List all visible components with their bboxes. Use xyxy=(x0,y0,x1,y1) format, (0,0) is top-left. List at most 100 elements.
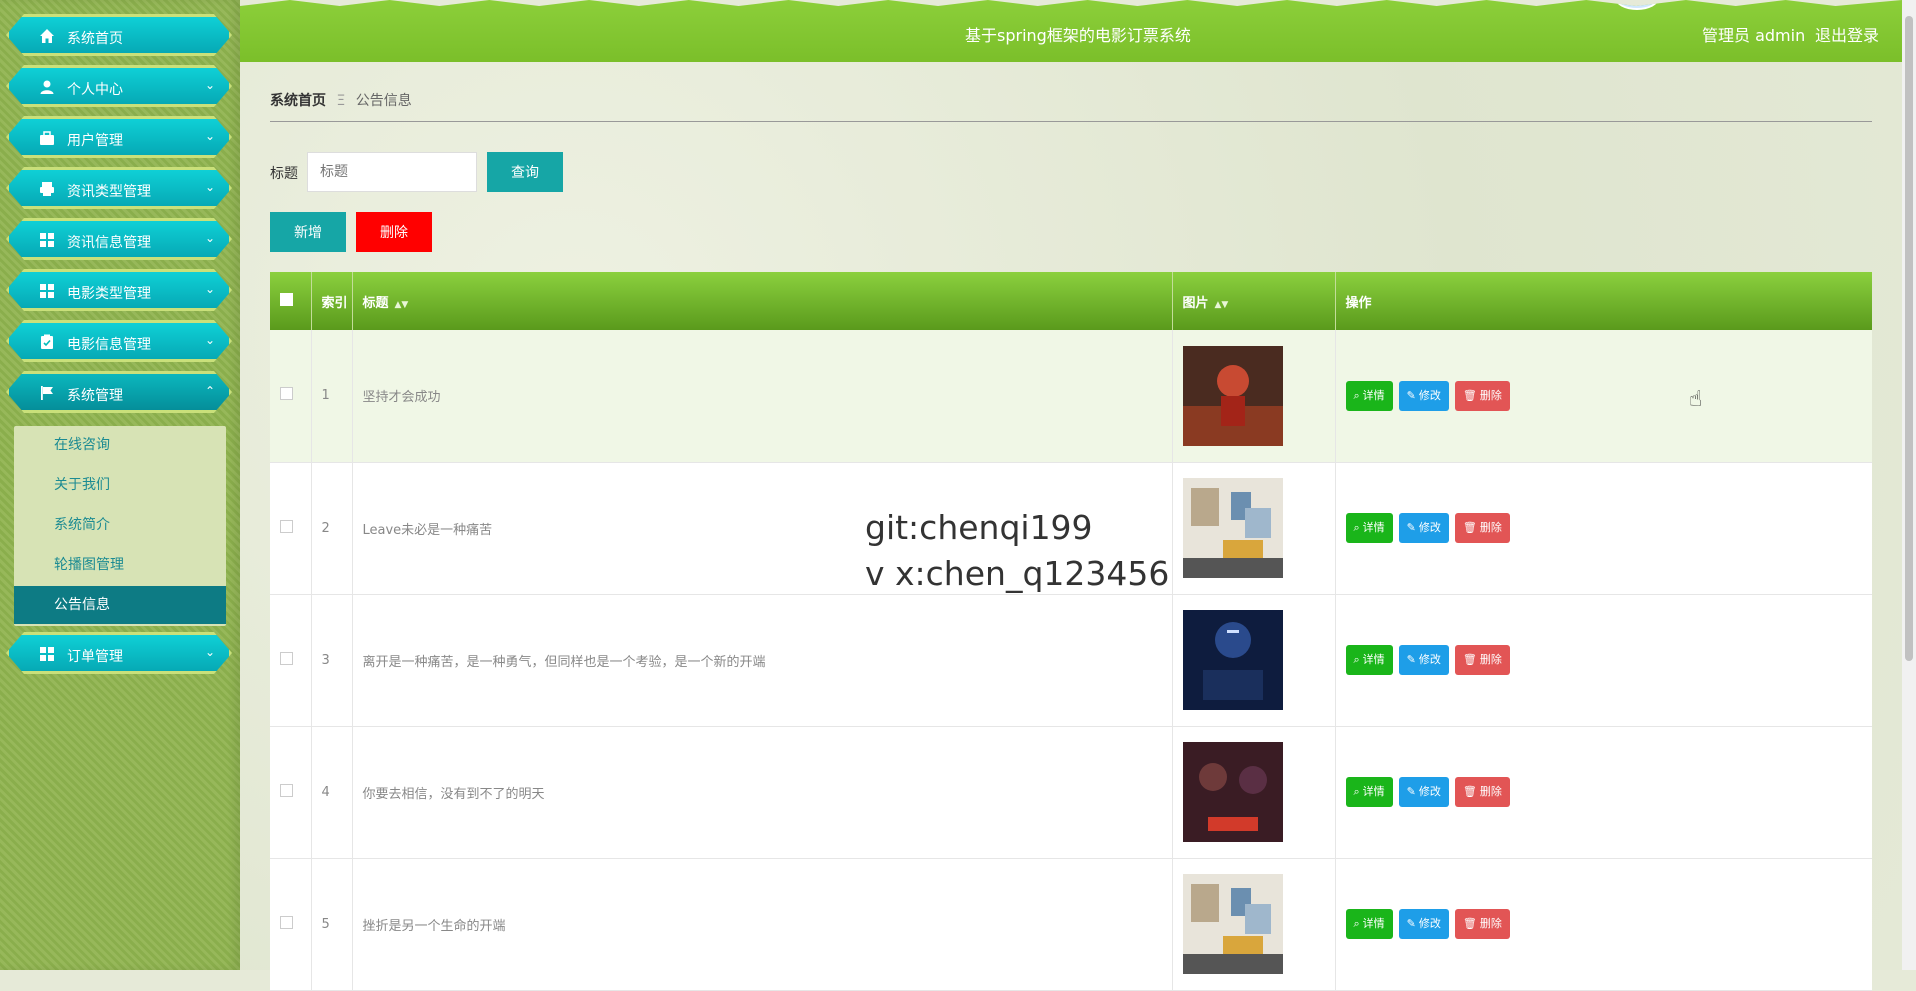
edit-button-label: 修改 xyxy=(1418,388,1441,402)
breadcrumb: 系统首页 Ξ 公告信息 xyxy=(270,90,412,110)
pencil-icon: ✎ xyxy=(1406,388,1416,402)
row-index: 4 xyxy=(311,726,353,858)
table-row: 5 挫折是另一个生命的开端 ⌕ 详情 ✎ 修改 🗑 删除 xyxy=(270,858,1872,990)
detail-button[interactable]: ⌕ 详情 xyxy=(1345,909,1393,939)
pencil-icon: ✎ xyxy=(1406,653,1416,666)
search-icon: ⌕ xyxy=(1353,521,1360,534)
user-icon xyxy=(39,79,55,95)
menu-item-system-management[interactable]: 系统管理 ⌃ xyxy=(6,371,232,413)
detail-button[interactable]: ⌕ 详情 xyxy=(1345,645,1393,675)
row-title: 离开是一种痛苦，是一种勇气，但同样也是一个考验，是一个新的开端 xyxy=(352,594,1173,726)
breadcrumb-home[interactable]: 系统首页 xyxy=(270,93,326,109)
submenu-item-carousel-management[interactable]: 轮播图管理 xyxy=(14,546,226,584)
clipboard-icon xyxy=(39,334,55,350)
movie-poster-thumbnail[interactable] xyxy=(1182,478,1283,578)
menu-item-news-info-management[interactable]: 资讯信息管理 ⌄ xyxy=(6,218,232,260)
chevron-down-icon: ⌄ xyxy=(204,129,215,143)
row-actions: ⌕ 详情 ✎ 修改 🗑 删除 xyxy=(1335,330,1872,462)
menu-label: 系统管理 xyxy=(67,388,123,404)
delete-button-label: 删除 xyxy=(1479,521,1502,534)
movie-poster-thumbnail[interactable] xyxy=(1182,742,1283,842)
pencil-icon: ✎ xyxy=(1406,785,1416,798)
row-image-cell xyxy=(1172,594,1336,726)
edit-button-label: 修改 xyxy=(1418,917,1441,930)
breadcrumb-current: 公告信息 xyxy=(355,93,412,109)
add-button[interactable]: 新增 xyxy=(270,212,346,252)
sort-icon[interactable]: ▲▼ xyxy=(395,300,409,310)
title-search-input[interactable] xyxy=(307,152,477,192)
watermark-text: git:chenqi199 v x:chen_q123456 xyxy=(865,505,1169,597)
print-icon xyxy=(39,181,55,197)
row-checkbox[interactable] xyxy=(280,387,293,401)
table-row: 3 离开是一种痛苦，是一种勇气，但同样也是一个考验，是一个新的开端 ⌕ 详情 ✎ 修改… xyxy=(270,594,1872,726)
menu-item-personal-center[interactable]: 个人中心 ⌄ xyxy=(6,65,232,107)
menu-item-news-type-management[interactable]: 资讯类型管理 ⌄ xyxy=(6,167,232,209)
system-management-submenu: 在线咨询 关于我们 系统简介 轮播图管理 公告信息 xyxy=(14,426,226,626)
delete-button-label: 删除 xyxy=(1479,785,1502,798)
sidebar: 系统首页 个人中心 ⌄ 用户管理 ⌄ 资讯类型管理 ⌄ 资讯信息管理 ⌄ 电影类… xyxy=(0,0,240,970)
row-checkbox[interactable] xyxy=(280,783,293,797)
select-all-cell xyxy=(270,272,312,330)
chevron-down-icon: ⌄ xyxy=(204,645,215,659)
edit-button[interactable]: ✎ 修改 xyxy=(1398,645,1449,675)
delete-button[interactable]: 🗑 删除 xyxy=(1454,380,1510,411)
movie-poster-thumbnail[interactable] xyxy=(1182,610,1283,710)
row-index: 3 xyxy=(311,594,353,726)
row-image-cell xyxy=(1172,726,1336,858)
batch-delete-button[interactable]: 删除 xyxy=(356,212,432,252)
row-title: 你要去相信，没有到不了的明天 xyxy=(352,726,1173,858)
row-image-cell xyxy=(1172,330,1336,462)
delete-button[interactable]: 🗑 删除 xyxy=(1454,513,1510,543)
delete-button[interactable]: 🗑 删除 xyxy=(1454,909,1510,939)
submenu-item-online-consult[interactable]: 在线咨询 xyxy=(14,426,226,464)
movie-poster-thumbnail[interactable] xyxy=(1182,345,1283,446)
announcement-table: 索引 标题 ▲▼ 图片 ▲▼ 操作 1 坚持才会成功 ⌕ 详情 ✎ 修改 🗑 删除 xyxy=(270,272,1872,991)
menu-item-home[interactable]: 系统首页 xyxy=(6,14,232,56)
grid-icon xyxy=(39,232,55,248)
menu-item-user-management[interactable]: 用户管理 ⌄ xyxy=(6,116,232,158)
search-label: 标题 xyxy=(270,166,298,182)
row-checkbox[interactable] xyxy=(280,651,293,665)
header-orb xyxy=(1615,0,1659,10)
row-checkbox[interactable] xyxy=(280,915,293,929)
detail-button-label: 详情 xyxy=(1362,653,1385,666)
delete-button[interactable]: 🗑 删除 xyxy=(1454,777,1510,807)
detail-button[interactable]: ⌕ 详情 xyxy=(1345,380,1393,411)
menu-item-order-management[interactable]: 订单管理 ⌄ xyxy=(6,632,232,674)
top-header: 基于spring框架的电影订票系统 管理员 admin 退出登录 xyxy=(240,0,1902,62)
column-header-image-label: 图片 xyxy=(1182,295,1209,311)
detail-button-label: 详情 xyxy=(1362,388,1385,402)
scrollbar-thumb[interactable] xyxy=(1905,16,1913,661)
pencil-icon: ✎ xyxy=(1406,521,1416,534)
row-checkbox[interactable] xyxy=(280,519,293,533)
menu-item-movie-type-management[interactable]: 电影类型管理 ⌄ xyxy=(6,269,232,311)
column-header-image[interactable]: 图片 ▲▼ xyxy=(1172,272,1336,330)
delete-button[interactable]: 🗑 删除 xyxy=(1454,645,1510,675)
detail-button[interactable]: ⌕ 详情 xyxy=(1345,777,1393,807)
row-title: 挫折是另一个生命的开端 xyxy=(352,858,1173,990)
edit-button[interactable]: ✎ 修改 xyxy=(1398,909,1449,939)
menu-label: 系统首页 xyxy=(67,31,123,47)
submenu-item-system-intro[interactable]: 系统简介 xyxy=(14,506,226,544)
divider xyxy=(270,121,1872,122)
briefcase-icon xyxy=(39,130,55,146)
trash-icon: 🗑 xyxy=(1462,917,1477,930)
edit-button[interactable]: ✎ 修改 xyxy=(1398,513,1449,543)
edit-button[interactable]: ✎ 修改 xyxy=(1398,380,1449,411)
admin-label: 管理员 admin xyxy=(1702,26,1806,45)
submenu-item-about-us[interactable]: 关于我们 xyxy=(14,466,226,504)
detail-button-label: 详情 xyxy=(1362,917,1385,930)
logout-link[interactable]: 退出登录 xyxy=(1815,22,1879,46)
column-header-title[interactable]: 标题 ▲▼ xyxy=(352,272,1173,330)
search-button[interactable]: 查询 xyxy=(487,152,563,192)
row-actions: ⌕ 详情 ✎ 修改 🗑 删除 xyxy=(1335,594,1872,726)
select-all-checkbox[interactable] xyxy=(280,292,293,306)
movie-poster-thumbnail[interactable] xyxy=(1182,874,1283,974)
edit-button[interactable]: ✎ 修改 xyxy=(1398,777,1449,807)
trash-icon: 🗑 xyxy=(1462,388,1477,402)
edit-button-label: 修改 xyxy=(1418,785,1441,798)
menu-item-movie-info-management[interactable]: 电影信息管理 ⌄ xyxy=(6,320,232,362)
sort-icon[interactable]: ▲▼ xyxy=(1215,300,1229,310)
detail-button[interactable]: ⌕ 详情 xyxy=(1345,513,1393,543)
submenu-item-announcements[interactable]: 公告信息 xyxy=(14,586,226,624)
